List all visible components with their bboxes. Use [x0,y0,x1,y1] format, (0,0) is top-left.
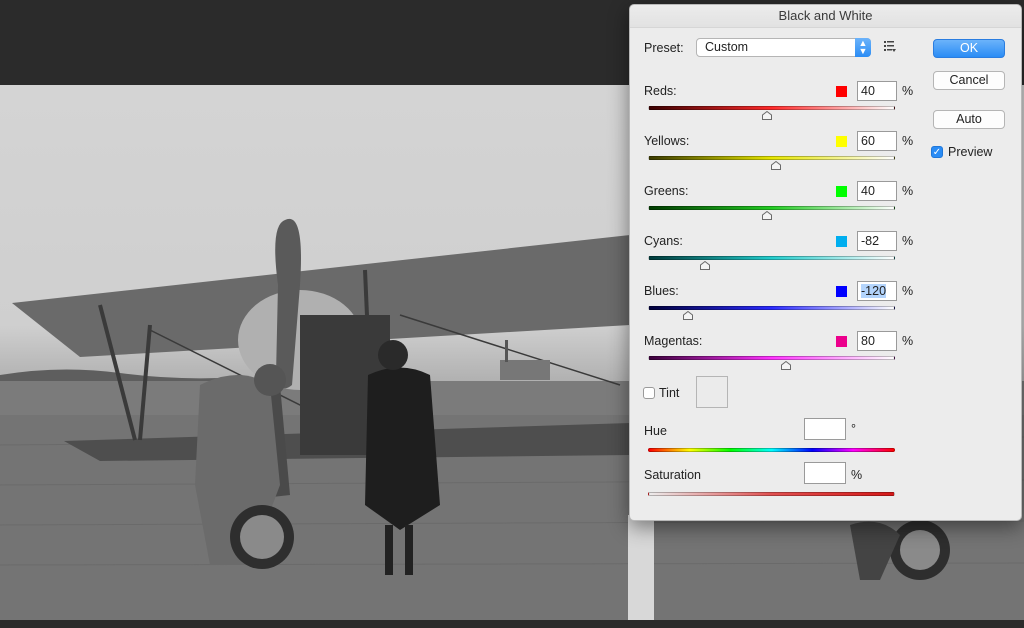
yellows-value-input[interactable]: 60 [857,131,897,151]
yellows-value: 60 [861,134,875,148]
auto-button[interactable]: Auto [933,110,1005,129]
tint-label: Tint [659,386,680,400]
blues-value: -120 [861,284,887,298]
black-and-white-dialog: Black and White Preset: Custom ▲ ▼ OK Can… [629,4,1022,521]
saturation-label: Saturation [644,468,701,482]
cyans-slider-thumb[interactable] [699,259,710,270]
greens-slider-thumb[interactable] [761,209,772,220]
saturation-slider-track[interactable] [648,492,895,496]
reds-value: 40 [861,84,875,98]
reds-percent: % [902,84,914,98]
blues-percent: % [902,284,914,298]
magentas-label: Magentas: [644,334,703,348]
cyans-value: -82 [861,234,880,248]
reds-swatch [836,86,847,97]
yellows-percent: % [902,134,914,148]
blues-slider-thumb[interactable] [682,309,693,320]
bottom-bar [0,620,1024,628]
select-arrows-icon: ▲ ▼ [855,38,871,57]
magentas-value-input[interactable]: 80 [857,331,897,351]
cyans-percent: % [902,234,914,248]
preset-options-icon[interactable] [883,39,897,53]
cyans-slider-track[interactable] [648,256,895,260]
greens-percent: % [902,184,914,198]
saturation-input[interactable] [804,462,846,484]
magentas-slider-track[interactable] [648,356,895,360]
blues-value-input[interactable]: -120 [857,281,897,301]
magentas-value: 80 [861,334,875,348]
reds-label: Reds: [644,84,677,98]
hue-label: Hue [644,424,667,438]
preset-select[interactable]: Custom ▲ ▼ [696,38,871,57]
degree-symbol: ° [851,422,856,436]
preview-checkbox[interactable]: ✓ [931,146,943,158]
greens-value-input[interactable]: 40 [857,181,897,201]
preview-label: Preview [948,145,993,159]
magentas-percent: % [902,334,914,348]
cyans-value-input[interactable]: -82 [857,231,897,251]
yellows-swatch [836,136,847,147]
ok-button[interactable]: OK [933,39,1005,58]
preset-value: Custom [705,40,749,54]
hue-slider-track[interactable] [648,448,895,452]
cancel-button[interactable]: Cancel [933,71,1005,90]
greens-label: Greens: [644,184,689,198]
cyans-swatch [836,236,847,247]
blues-label: Blues: [644,284,679,298]
tint-checkbox[interactable] [643,387,655,399]
greens-value: 40 [861,184,875,198]
yellows-label: Yellows: [644,134,690,148]
reds-value-input[interactable]: 40 [857,81,897,101]
cyans-label: Cyans: [644,234,683,248]
magentas-swatch [836,336,847,347]
magentas-slider-thumb[interactable] [781,359,792,370]
greens-swatch [836,186,847,197]
yellows-slider-thumb[interactable] [771,159,782,170]
preset-label: Preset: [644,41,684,55]
tint-color-swatch[interactable] [696,376,728,408]
hue-input[interactable] [804,418,846,440]
saturation-percent: % [851,468,863,482]
blues-swatch [836,286,847,297]
reds-slider-thumb[interactable] [761,109,772,120]
dialog-title: Black and White [630,5,1021,28]
